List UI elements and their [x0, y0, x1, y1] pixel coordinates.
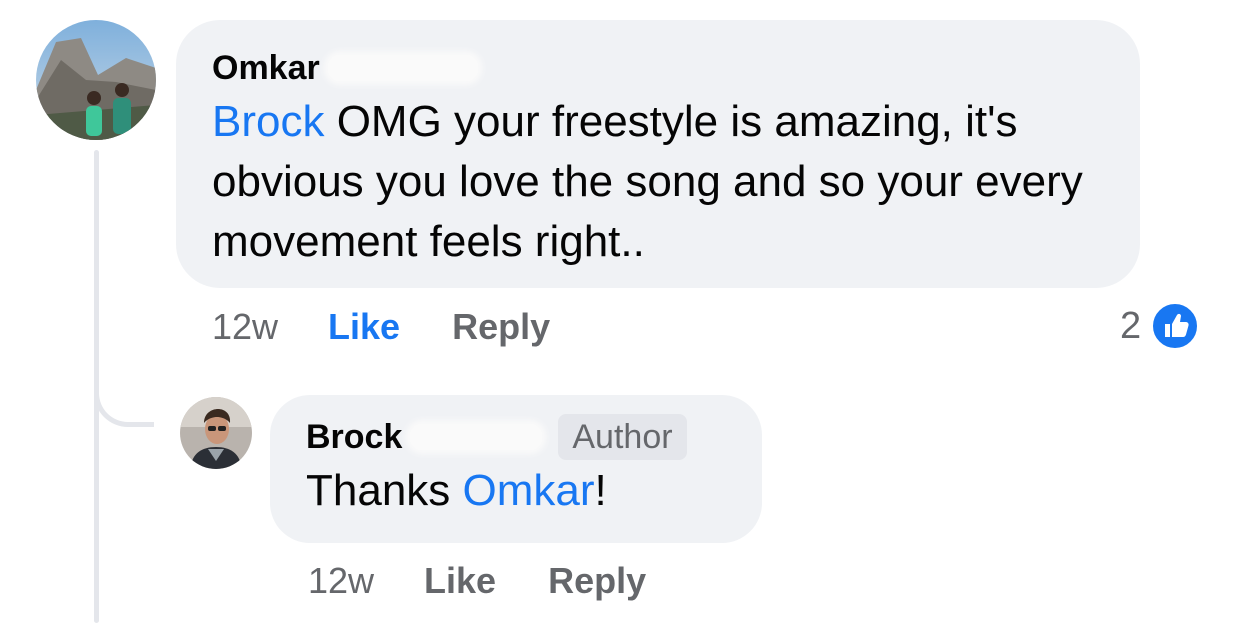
- brock-avatar[interactable]: [180, 397, 252, 469]
- reply-mention[interactable]: Omkar: [463, 466, 595, 515]
- reply-reply-button[interactable]: Reply: [548, 560, 646, 602]
- comment-actions: 12w Like Reply: [212, 306, 550, 348]
- reply-actions: 12w Like Reply: [308, 560, 646, 602]
- comment-bubble: Omkar Brock OMG your freestyle is amazin…: [176, 20, 1140, 288]
- comment-body: OMG your freestyle is amazing, it's obvi…: [212, 97, 1083, 266]
- reaction-count: 2: [1120, 304, 1142, 347]
- reply-author-name[interactable]: Brock: [306, 413, 402, 461]
- like-icon: [1151, 302, 1200, 350]
- reply-connector: [94, 375, 154, 427]
- redacted-surname: [327, 55, 478, 81]
- reply-timestamp[interactable]: 12w: [308, 560, 374, 602]
- comment-timestamp[interactable]: 12w: [212, 306, 278, 348]
- redacted-surname: [410, 424, 543, 450]
- comment-author[interactable]: Omkar: [212, 44, 1104, 92]
- comment-reply-button[interactable]: Reply: [452, 306, 550, 348]
- reply-like-button[interactable]: Like: [424, 560, 496, 602]
- reply-text: Thanks Omkar!: [306, 461, 726, 521]
- author-badge: Author: [558, 414, 687, 460]
- reply-body-end: !: [594, 466, 607, 515]
- comment-text: Brock OMG your freestyle is amazing, it'…: [212, 92, 1104, 272]
- comment-author-name[interactable]: Omkar: [212, 44, 320, 92]
- omkar-avatar[interactable]: [36, 20, 156, 140]
- reply-author[interactable]: Brock Author: [306, 413, 726, 461]
- comment-mention[interactable]: Brock: [212, 97, 324, 146]
- reply-bubble: Brock Author Thanks Omkar!: [270, 395, 762, 543]
- reply-body-start: Thanks: [306, 466, 463, 515]
- comment-like-button[interactable]: Like: [328, 306, 400, 348]
- reaction-summary[interactable]: 2: [1120, 302, 1200, 350]
